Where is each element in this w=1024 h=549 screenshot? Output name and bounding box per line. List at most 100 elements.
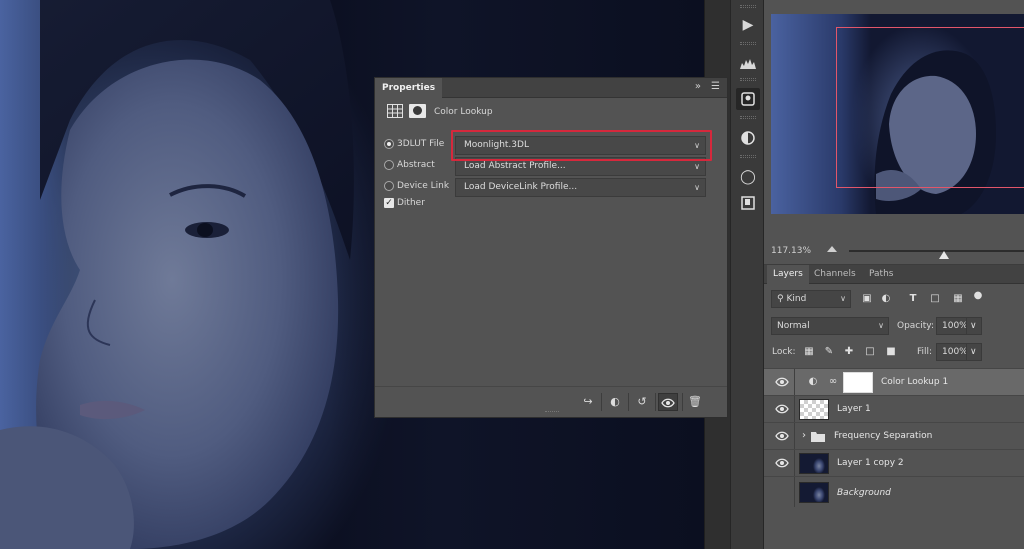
properties-panel: Properties » ☰ Color Lookup 3DLUT File M… [374, 77, 728, 418]
radio-abstract[interactable] [384, 160, 394, 170]
adjustments-icon[interactable] [736, 127, 760, 149]
panel-menu-icon[interactable]: ☰ [711, 81, 720, 92]
layer-thumbnail[interactable] [799, 399, 829, 420]
layer-row-background[interactable]: Background [764, 476, 1024, 507]
tab-layers[interactable]: Layers [767, 265, 809, 284]
view-previous-state-icon[interactable]: ◐ [605, 393, 625, 411]
navigator-zoom-slider[interactable] [849, 250, 1024, 252]
lock-image-pixels-icon[interactable]: ✎ [822, 345, 836, 359]
opacity-value: 100% [942, 321, 968, 331]
radio-3dlut-file[interactable] [384, 139, 394, 149]
collapsed-panel-dock: ▶ ◯ [730, 0, 764, 549]
dock-grip[interactable] [740, 5, 756, 8]
histogram-icon[interactable] [736, 52, 760, 74]
filter-shape-layers-icon[interactable]: □ [928, 292, 942, 306]
properties-panel-icon[interactable] [736, 88, 760, 110]
layer-name[interactable]: Layer 1 copy 2 [837, 458, 904, 468]
layer-filter-kind-select[interactable]: ⚲ Kind ∨ [771, 290, 851, 308]
lock-label: Lock: [772, 347, 796, 357]
reset-adjustment-icon[interactable]: ↺ [632, 393, 652, 411]
tab-paths[interactable]: Paths [863, 265, 899, 284]
dither-label: Dither [397, 198, 425, 208]
clip-to-layer-icon[interactable]: ↪ [578, 393, 598, 411]
layers-panel: Layers Channels Paths ⚲ Kind ∨ ▣ ◐ T □ ▦… [764, 264, 1024, 549]
lock-position-icon[interactable]: ✚ [842, 345, 856, 359]
learn-lightbulb-icon[interactable]: ◯ [736, 166, 760, 188]
chevron-down-icon: ∨ [878, 321, 884, 330]
adjustment-grid-icon[interactable] [387, 104, 403, 118]
layer-row-color-lookup[interactable]: ◐ ∞ Color Lookup 1 [764, 368, 1024, 396]
layer-row-frequency-separation[interactable]: › Frequency Separation [764, 422, 1024, 450]
layer-mask-icon[interactable] [409, 104, 426, 118]
adjustment-type-label: Color Lookup [434, 107, 493, 117]
dock-grip[interactable] [740, 116, 756, 119]
layer-name[interactable]: Background [837, 488, 891, 498]
zoom-out-icon[interactable] [827, 244, 839, 254]
properties-header[interactable]: Properties » ☰ [375, 78, 727, 98]
fill-value: 100% [942, 347, 968, 357]
zoom-slider-handle[interactable] [939, 251, 949, 259]
opacity-dropdown[interactable]: ∨ [966, 317, 982, 335]
layer-mask-thumbnail[interactable] [843, 372, 873, 393]
navigator-thumbnail[interactable] [771, 14, 1024, 214]
dock-grip[interactable] [740, 155, 756, 158]
visibility-toggle-hidden[interactable] [775, 485, 789, 499]
devicelink-profile-dropdown[interactable]: Load DeviceLink Profile... ∨ [455, 178, 706, 197]
trash-icon[interactable]: 🗑 [685, 393, 705, 411]
layer-row-layer-1[interactable]: Layer 1 [764, 395, 1024, 423]
filter-pixel-layers-icon[interactable]: ▣ [860, 292, 874, 306]
chevron-down-icon: ∨ [694, 183, 700, 192]
filter-smart-objects-icon[interactable]: ▦ [951, 292, 965, 306]
layer-name[interactable]: Color Lookup 1 [881, 377, 948, 387]
libraries-icon[interactable] [736, 192, 760, 214]
radio-device-link[interactable] [384, 181, 394, 191]
panel-resize-grip[interactable] [545, 411, 559, 414]
blend-mode-select[interactable]: Normal ∨ [771, 317, 889, 335]
link-chain-icon[interactable]: ∞ [826, 375, 840, 389]
filter-toggle-icon[interactable]: ● [971, 289, 985, 303]
filter-type-layers-icon[interactable]: T [906, 292, 920, 306]
dropdown-value: Load Abstract Profile... [464, 161, 566, 171]
radio-label: 3DLUT File [397, 139, 445, 149]
lock-artboard-icon[interactable]: □ [863, 345, 877, 359]
chevron-down-icon: ∨ [970, 347, 977, 357]
actions-play-icon[interactable]: ▶ [736, 14, 760, 36]
filter-adjustment-layers-icon[interactable]: ◐ [879, 292, 893, 306]
footer-separator [628, 393, 629, 411]
footer-separator [601, 393, 602, 411]
search-icon: ⚲ [777, 294, 784, 304]
folder-icon [811, 432, 825, 442]
layer-group-name[interactable]: Frequency Separation [834, 431, 932, 441]
layer-thumbnail[interactable] [799, 453, 829, 474]
visibility-eye-icon[interactable] [775, 402, 789, 416]
right-panel-dock: 117.13% Layers Channels Paths ⚲ Kind ∨ ▣… [764, 0, 1024, 549]
dropdown-highlight-box [451, 130, 712, 161]
navigator-zoom-value[interactable]: 117.13% [771, 246, 811, 256]
lock-all-icon[interactable]: ■ [884, 345, 898, 359]
dock-grip[interactable] [740, 78, 756, 81]
visibility-eye-icon[interactable] [775, 429, 789, 443]
layer-name[interactable]: Layer 1 [837, 404, 871, 414]
toggle-visibility-eye-icon[interactable] [658, 393, 678, 411]
navigator-panel: 117.13% [764, 0, 1024, 264]
dock-grip[interactable] [740, 42, 756, 45]
opacity-label: Opacity: [897, 321, 934, 331]
layer-thumbnail[interactable] [799, 482, 829, 503]
chevron-down-icon: ∨ [840, 294, 846, 303]
fill-dropdown[interactable]: ∨ [966, 343, 982, 361]
blend-mode-value: Normal [777, 321, 810, 331]
collapse-panel-icon[interactable]: » [695, 81, 701, 92]
navigator-view-box[interactable] [836, 27, 1024, 188]
dither-checkbox[interactable]: ✓ [384, 198, 394, 208]
eye-separator [794, 423, 795, 450]
chevron-down-icon: ∨ [970, 321, 977, 331]
layers-panel-tabs: Layers Channels Paths [764, 265, 1024, 284]
layer-row-layer-1-copy-2[interactable]: Layer 1 copy 2 [764, 449, 1024, 477]
lock-transparent-pixels-icon[interactable]: ▦ [802, 345, 816, 359]
chevron-right-icon[interactable]: › [797, 429, 811, 443]
adjustment-layer-icon: ◐ [808, 376, 818, 387]
visibility-eye-icon[interactable] [775, 456, 789, 470]
properties-title[interactable]: Properties [375, 78, 443, 98]
tab-channels[interactable]: Channels [808, 265, 862, 284]
visibility-eye-icon[interactable] [775, 375, 789, 389]
